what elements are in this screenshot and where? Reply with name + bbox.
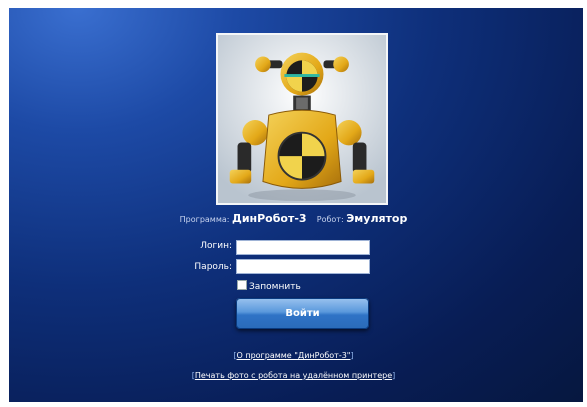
robot-photo xyxy=(216,33,388,205)
program-label: Программа: xyxy=(179,215,230,224)
about-link[interactable]: О программе "ДинРобот-3" xyxy=(237,351,351,360)
program-value: ДинРобот-3 xyxy=(232,212,307,225)
robot-label: Робот: xyxy=(316,215,344,224)
password-input[interactable] xyxy=(236,259,370,274)
login-input[interactable] xyxy=(236,240,370,255)
remember-label: Запомнить xyxy=(249,282,301,292)
print-link-row: [Печать фото с робота на удалённом принт… xyxy=(191,371,396,380)
print-link[interactable]: Печать фото с робота на удалённом принте… xyxy=(195,371,392,380)
login-button[interactable]: Войти xyxy=(236,298,369,329)
remember-checkbox-row[interactable]: Запомнить xyxy=(237,280,301,292)
password-label: Пароль: xyxy=(194,262,232,272)
about-link-row: [О программе "ДинРобот-3"] xyxy=(233,351,354,360)
robot-illustration xyxy=(218,35,386,203)
robot-value: Эмулятор xyxy=(346,212,408,225)
login-label: Логин: xyxy=(200,241,232,251)
remember-checkbox[interactable] xyxy=(237,280,247,290)
robot-caption: Программа: ДинРобот-3 Робот: Эмулятор xyxy=(0,212,587,225)
